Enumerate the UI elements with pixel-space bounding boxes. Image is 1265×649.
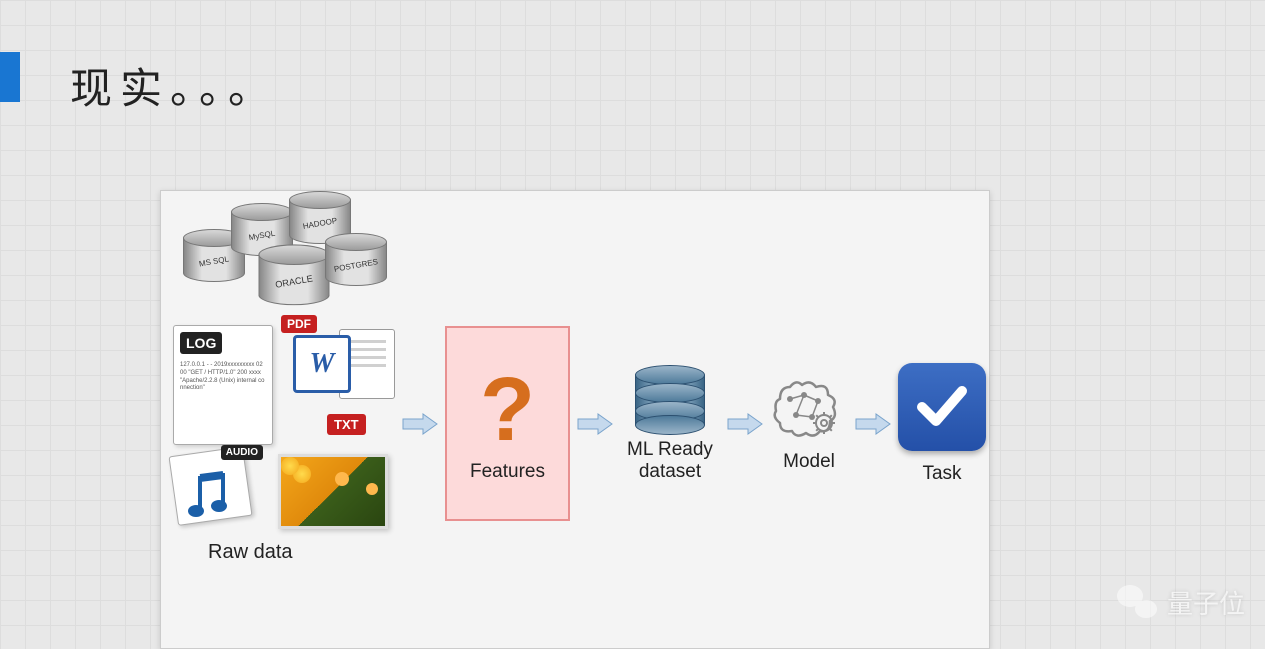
audio-badge: AUDIO [221,445,263,460]
question-mark-icon: ? [480,365,535,455]
model-stage: Model [770,375,848,473]
task-stage: Task [898,363,986,485]
features-stage: ? Features [445,326,570,521]
watermark: 量子位 [1117,584,1245,621]
wechat-icon [1117,585,1157,621]
ml-pipeline-diagram: MS SQL MySQL HADOOP ORACLE POSTGRES LOG … [160,190,990,649]
pdf-badge: PDF [281,315,317,333]
arrow-icon [726,412,764,436]
raw-data-column: MS SQL MySQL HADOOP ORACLE POSTGRES LOG … [173,191,403,564]
model-label: Model [783,451,835,473]
database-icon [635,365,705,433]
raw-data-label: Raw data [208,541,403,564]
log-badge: LOG [180,332,222,354]
database-cluster-icon: MS SQL MySQL HADOOP ORACLE POSTGRES [173,191,383,321]
arrow-icon [854,412,892,436]
features-label: Features [470,461,545,483]
doc-stack-icon: PDF W TXT [281,325,391,445]
photo-thumbnail-icon [278,454,388,529]
brain-gear-icon [770,375,848,445]
txt-badge: TXT [327,414,366,435]
slide-title: 现实。。。 [70,55,278,116]
arrow-icon [576,412,614,436]
watermark-text: 量子位 [1167,584,1245,621]
word-icon: W [293,335,351,393]
slide-accent-tab [0,52,20,102]
document-files-row: LOG 127.0.0.1 - - 2019xxxxxxxxx 0200 "GE… [173,325,403,445]
task-label: Task [922,463,961,485]
arrow-icon [401,412,439,436]
task-checkmark-icon [898,363,986,451]
music-note-icon [185,471,240,521]
pipeline-row: ? Features ML Ready dataset [401,326,986,521]
media-files-row: AUDIO [173,451,403,531]
audio-file-icon: AUDIO [173,451,268,531]
dataset-stage: ML Ready dataset [620,365,720,483]
dataset-label: ML Ready dataset [620,439,720,483]
log-file-icon: LOG 127.0.0.1 - - 2019xxxxxxxxx 0200 "GE… [173,325,273,445]
